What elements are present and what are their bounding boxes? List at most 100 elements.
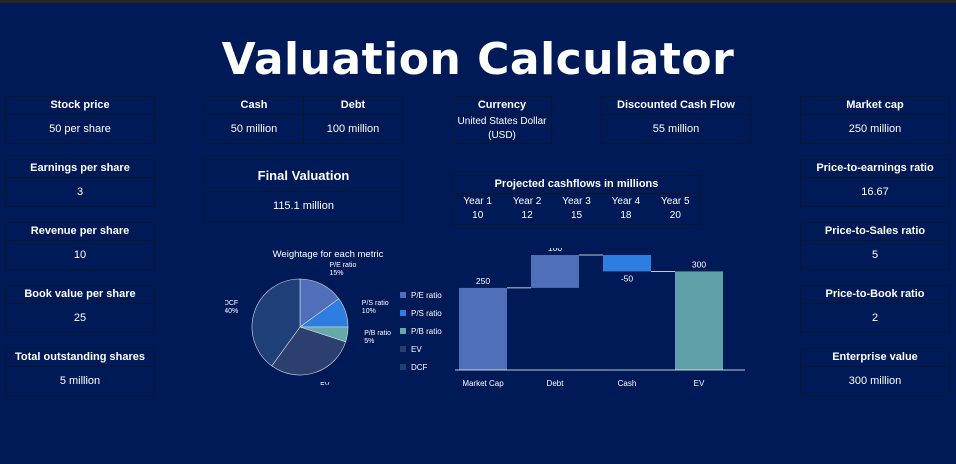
ps-ratio-label: Price-to-Sales ratio xyxy=(801,223,949,241)
currency-value-line1: United States Dollar xyxy=(457,116,547,127)
outstanding-shares-value[interactable]: 5 million xyxy=(6,367,154,395)
cash-cell: Cash 50 million xyxy=(205,97,304,143)
pe-ratio-label: Price-to-earnings ratio xyxy=(801,160,949,178)
enterprise-value-card: Enterprise value 300 million xyxy=(800,348,950,396)
top-border xyxy=(0,0,956,3)
waterfall-bar-ev xyxy=(675,271,723,370)
legend-label-pb: P/B ratio xyxy=(411,326,442,336)
cash-debt-card: Cash 50 million Debt 100 million xyxy=(204,96,403,144)
book-value-label: Book value per share xyxy=(6,286,154,304)
year-4-value[interactable]: 18 xyxy=(601,209,650,223)
pb-ratio-value: 2 xyxy=(871,312,879,324)
outstanding-shares-card: Total outstanding shares 5 million xyxy=(5,348,155,396)
year-2-value[interactable]: 12 xyxy=(502,209,551,223)
dcf-card: Discounted Cash Flow 55 million xyxy=(601,96,751,144)
year-4-col: Year 4 18 xyxy=(601,194,650,223)
waterfall-category-label-cash: Cash xyxy=(618,379,637,388)
year-4-label: Year 4 xyxy=(611,196,641,207)
legend-item-pe: P/E ratio xyxy=(400,286,442,304)
dcf-value: 55 million xyxy=(652,123,700,135)
year-3-col: Year 3 15 xyxy=(552,194,601,223)
currency-card: Currency United States Dollar (USD) xyxy=(452,96,552,144)
year-3-value[interactable]: 15 xyxy=(552,209,601,223)
waterfall-value-label-ev: 300 xyxy=(692,259,706,269)
debt-value[interactable]: 100 million xyxy=(304,115,402,143)
eps-value[interactable]: 3 xyxy=(6,178,154,206)
legend-swatch-ev xyxy=(400,346,406,352)
legend-swatch-pb xyxy=(400,328,406,334)
waterfall-value-label-debt: 100 xyxy=(548,248,562,253)
cash-label: Cash xyxy=(205,97,303,115)
waterfall-bar-cash xyxy=(603,255,651,272)
waterfall-category-label-market-cap: Market Cap xyxy=(462,379,504,388)
pb-ratio-card: Price-to-Book ratio 2 xyxy=(800,285,950,333)
book-value-card: Book value per share 25 xyxy=(5,285,155,333)
projected-cashflows-title: Projected cashflows in millions xyxy=(453,176,700,194)
ps-ratio-card: Price-to-Sales ratio 5 xyxy=(800,222,950,270)
legend-item-dcf: DCF xyxy=(400,358,442,376)
stock-price-value[interactable]: 50 per share xyxy=(6,115,154,143)
stock-price-label: Stock price xyxy=(6,97,154,115)
waterfall-bar-debt xyxy=(531,255,579,288)
revenue-per-share-label: Revenue per share xyxy=(6,223,154,241)
pie-label-dcf: DCF xyxy=(225,300,238,307)
legend-item-ev: EV xyxy=(400,340,442,358)
enterprise-value-value: 300 million xyxy=(848,375,902,387)
currency-label: Currency xyxy=(453,97,551,115)
pie-label-pe: P/E ratio xyxy=(330,262,357,269)
pie-label-ps: P/S ratio xyxy=(362,300,389,307)
pie-value-label-pb: 5% xyxy=(364,338,374,345)
page-title: Valuation Calculator xyxy=(221,34,735,85)
waterfall-category-label-debt: Debt xyxy=(547,379,565,388)
legend-label-ev: EV xyxy=(411,344,422,354)
dcf-label: Discounted Cash Flow xyxy=(602,97,750,115)
revenue-per-share-card: Revenue per share 10 xyxy=(5,222,155,270)
legend-swatch-pe xyxy=(400,292,406,298)
legend-label-pe: P/E ratio xyxy=(411,290,442,300)
legend-item-ps: P/S ratio xyxy=(400,304,442,322)
legend-label-dcf: DCF xyxy=(411,362,428,372)
projected-cashflows-table: Projected cashflows in millions Year 1 1… xyxy=(452,175,701,225)
currency-value-line2: (USD) xyxy=(488,130,516,141)
pe-ratio-value: 16.67 xyxy=(861,186,889,198)
pe-ratio-card: Price-to-earnings ratio 16.67 xyxy=(800,159,950,207)
pie-label-ev: EV xyxy=(320,382,330,385)
pie-value-label-pe: 15% xyxy=(330,270,344,277)
pie-value-label-dcf: 40% xyxy=(225,308,238,315)
debt-cell: Debt 100 million xyxy=(304,97,402,143)
legend-label-ps: P/S ratio xyxy=(411,308,442,318)
enterprise-value-label: Enterprise value xyxy=(801,349,949,367)
ps-ratio-value: 5 xyxy=(871,249,879,261)
revenue-per-share-value[interactable]: 10 xyxy=(6,241,154,269)
eps-card: Earnings per share 3 xyxy=(5,159,155,207)
pie-label-pb: P/B ratio xyxy=(364,330,391,337)
year-5-label: Year 5 xyxy=(661,196,690,207)
legend-swatch-dcf xyxy=(400,364,406,370)
year-2-col: Year 2 12 xyxy=(502,194,551,223)
legend-swatch-ps xyxy=(400,310,406,316)
pie-legend: P/E ratio P/S ratio P/B ratio EV DCF xyxy=(400,286,442,376)
currency-value[interactable]: United States Dollar (USD) xyxy=(453,115,551,143)
waterfall-category-label-ev: EV xyxy=(694,379,705,388)
waterfall-value-label-market-cap: 250 xyxy=(476,276,490,286)
waterfall-bar-market-cap xyxy=(459,287,507,370)
outstanding-shares-label: Total outstanding shares xyxy=(6,349,154,367)
year-1-value[interactable]: 10 xyxy=(453,209,502,223)
waterfall-value-label-cash: -50 xyxy=(621,273,634,283)
final-valuation-card: Final Valuation 115.1 million xyxy=(204,159,403,222)
eps-label: Earnings per share xyxy=(6,160,154,178)
market-cap-label: Market cap xyxy=(801,97,949,115)
year-2-label: Year 2 xyxy=(512,196,542,207)
cash-value[interactable]: 50 million xyxy=(205,115,303,143)
legend-item-pb: P/B ratio xyxy=(400,322,442,340)
market-cap-card: Market cap 250 million xyxy=(800,96,950,144)
book-value-value[interactable]: 25 xyxy=(6,304,154,332)
debt-label: Debt xyxy=(304,97,402,115)
final-valuation-label: Final Valuation xyxy=(205,160,402,192)
weightage-pie-chart: Weightage for each metric P/E ratio15% P/… xyxy=(225,249,391,385)
pie-value-label-ps: 10% xyxy=(362,308,376,315)
year-1-label: Year 1 xyxy=(463,196,492,207)
year-5-value[interactable]: 20 xyxy=(651,209,700,223)
pb-ratio-label: Price-to-Book ratio xyxy=(801,286,949,304)
stock-price-card: Stock price 50 per share xyxy=(5,96,155,144)
